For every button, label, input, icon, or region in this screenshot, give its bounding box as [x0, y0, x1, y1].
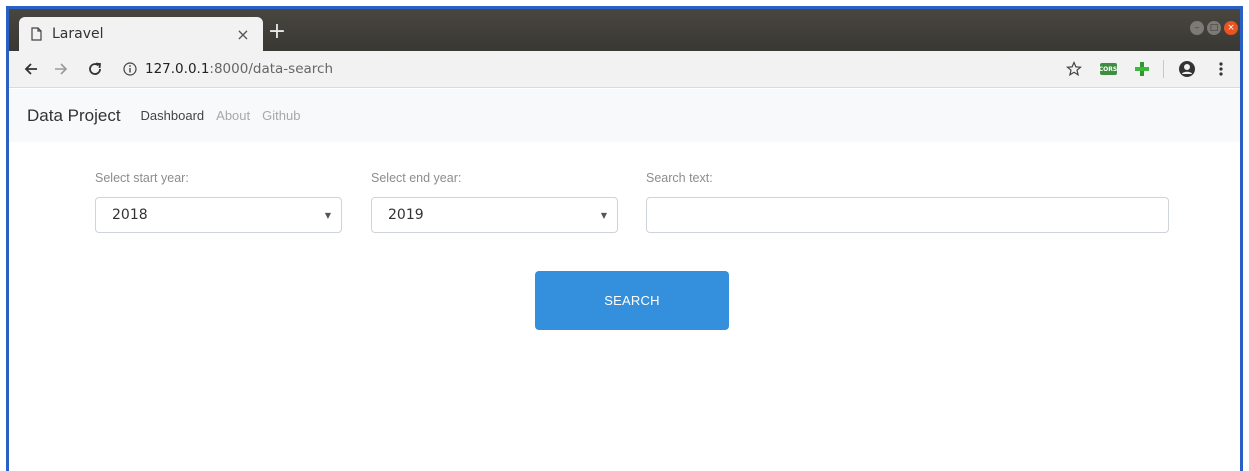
- tab-close-icon[interactable]: ×: [233, 24, 253, 44]
- forward-arrow-icon[interactable]: [49, 57, 73, 81]
- maximize-button[interactable]: □: [1207, 21, 1221, 35]
- search-button[interactable]: SEARCH: [535, 271, 729, 330]
- browser-toolbar: 127.0.0.1:8000/data-search CORS: [9, 51, 1240, 88]
- nav-link-github[interactable]: Github: [262, 108, 300, 123]
- site-navbar: Data Project Dashboard About Github: [9, 89, 1240, 142]
- tab-bar: Laravel × + – □ ×: [9, 9, 1240, 51]
- chevron-down-icon: ▼: [324, 210, 331, 220]
- window-controls: – □ ×: [1190, 21, 1238, 35]
- bookmark-star-icon[interactable]: [1063, 58, 1085, 80]
- close-window-button[interactable]: ×: [1224, 21, 1238, 35]
- address-bar[interactable]: 127.0.0.1:8000/data-search: [145, 61, 1051, 77]
- cors-extension-icon[interactable]: CORS: [1097, 58, 1119, 80]
- url-host: 127.0.0.1: [145, 61, 210, 77]
- menu-kebab-icon[interactable]: [1210, 58, 1232, 80]
- end-year-value: 2019: [388, 207, 424, 223]
- nav-link-dashboard[interactable]: Dashboard: [141, 108, 205, 123]
- brand-link[interactable]: Data Project: [27, 106, 121, 126]
- plus-extension-icon[interactable]: [1131, 58, 1153, 80]
- info-icon[interactable]: [123, 62, 137, 76]
- toolbar-divider: [1163, 60, 1164, 78]
- browser-window: Laravel × + – □ × 127.0.0.1:8000/data-se…: [6, 6, 1243, 471]
- search-text-input[interactable]: [646, 197, 1169, 233]
- new-tab-button[interactable]: +: [265, 21, 289, 45]
- end-year-select[interactable]: 2019 ▼: [371, 197, 618, 233]
- chevron-down-icon: ▼: [600, 210, 607, 220]
- document-icon: [31, 27, 42, 41]
- start-year-select[interactable]: 2018 ▼: [95, 197, 342, 233]
- search-text-label: Search text:: [646, 171, 713, 185]
- url-path: :8000/data-search: [209, 61, 333, 77]
- end-year-label: Select end year:: [371, 171, 462, 185]
- minimize-button[interactable]: –: [1190, 21, 1204, 35]
- start-year-label: Select start year:: [95, 171, 189, 185]
- nav-link-about[interactable]: About: [216, 108, 250, 123]
- account-icon[interactable]: [1176, 58, 1198, 80]
- cors-badge: CORS: [1099, 63, 1117, 75]
- start-year-value: 2018: [112, 207, 148, 223]
- back-arrow-icon[interactable]: [19, 57, 43, 81]
- reload-icon[interactable]: [83, 57, 107, 81]
- tab-title: Laravel: [52, 26, 104, 42]
- tab-laravel[interactable]: Laravel ×: [19, 17, 263, 51]
- toolbar-actions: CORS: [1051, 58, 1232, 80]
